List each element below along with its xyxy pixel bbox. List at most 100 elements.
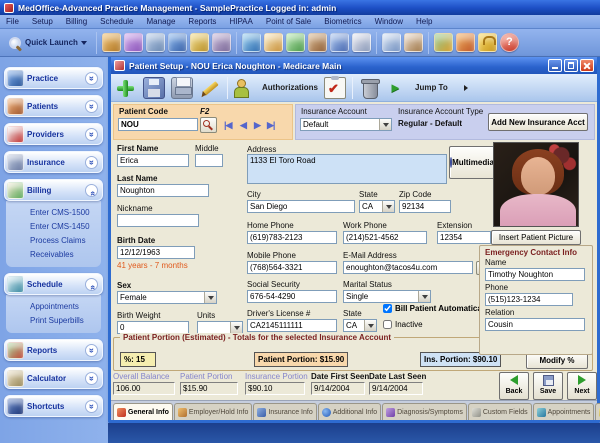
sidebar-item-appointments[interactable]: Appointments [6, 300, 101, 314]
sidebar-item-enter-cms-1500[interactable]: Enter CMS-1500 [6, 206, 101, 220]
last-name-input[interactable] [117, 184, 209, 197]
first-record-button[interactable]: |◀ [224, 120, 231, 131]
back-button[interactable]: Back [499, 372, 529, 400]
state-select[interactable]: CA [359, 200, 395, 213]
patient-setup-icon[interactable] [146, 33, 165, 52]
workstation-icon[interactable] [330, 33, 349, 52]
sidebar-item-receivables[interactable]: Receivables [6, 248, 101, 262]
tab-patient-notes[interactable]: Patient Notes [595, 403, 600, 420]
edit-button[interactable] [199, 77, 221, 99]
expand-chevron-icon[interactable] [85, 128, 98, 141]
menu-help[interactable]: Help [416, 17, 432, 26]
lab-tests-icon[interactable] [168, 33, 187, 52]
tab-general-info[interactable]: General Info [113, 403, 173, 420]
security-key-icon[interactable] [190, 33, 209, 52]
marital-status-select[interactable]: Single [343, 290, 431, 303]
email-input[interactable] [343, 261, 473, 274]
previous-record-button[interactable]: ◀ [240, 120, 246, 131]
menu-point-of-sale[interactable]: Point of Sale [266, 17, 311, 26]
minimize-button[interactable] [548, 59, 562, 72]
emergency-name-input[interactable] [485, 268, 585, 281]
sidebar-item-insurance[interactable]: Insurance [4, 151, 103, 173]
expand-chevron-icon[interactable] [85, 100, 98, 113]
patient-search-button[interactable] [200, 117, 217, 133]
inactive-checkbox[interactable] [383, 320, 392, 329]
city-input[interactable] [247, 200, 355, 213]
multimedia-button[interactable]: Multimedia [449, 146, 495, 179]
dl-state-select[interactable]: CA [343, 319, 377, 332]
sidebar-item-practice[interactable]: Practice [4, 67, 103, 89]
mobile-phone-input[interactable] [247, 261, 337, 274]
save-record-button[interactable]: Save [533, 372, 563, 400]
emergency-relation-input[interactable] [485, 318, 585, 331]
sidebar-item-calculator[interactable]: Calculator [4, 367, 103, 389]
expand-chevron-icon[interactable] [85, 156, 98, 169]
menu-file[interactable]: File [6, 17, 19, 26]
birth-date-input[interactable] [117, 246, 195, 259]
tab-appointments[interactable]: Appointments [533, 403, 595, 420]
eligibility-check-button[interactable] [324, 77, 346, 99]
quick-launch-button[interactable]: Quick Launch [4, 31, 91, 55]
claims-icon[interactable] [242, 33, 261, 52]
sidebar-item-process-claims[interactable]: Process Claims [6, 234, 101, 248]
address-input[interactable]: 1133 El Toro Road [247, 154, 447, 184]
save-button[interactable] [143, 77, 165, 99]
maximize-button[interactable] [564, 59, 578, 72]
sidebar-item-enter-cms-1450[interactable]: Enter CMS-1450 [6, 220, 101, 234]
add-new-insurance-button[interactable]: Add New Insurance Acct [488, 113, 588, 131]
tab-diagnosis-symptoms[interactable]: Diagnosis/Symptoms [382, 403, 467, 420]
next-record-button[interactable]: ▶ [254, 120, 260, 131]
menu-window[interactable]: Window [375, 17, 403, 26]
financial-chart-icon[interactable] [434, 33, 453, 52]
menu-manage[interactable]: Manage [147, 17, 176, 26]
home-phone-input[interactable] [247, 231, 337, 244]
sidebar-item-providers[interactable]: Providers [4, 123, 103, 145]
lock-icon[interactable] [478, 33, 497, 52]
authorizations-button[interactable]: Authorizations [262, 83, 318, 92]
expand-chevron-icon[interactable] [85, 72, 98, 85]
help-icon[interactable] [500, 33, 519, 52]
emergency-phone-input[interactable] [485, 293, 573, 306]
collapse-chevron-icon[interactable] [85, 184, 98, 197]
expand-chevron-icon[interactable] [85, 372, 98, 385]
extension-input[interactable] [437, 231, 491, 244]
social-security-input[interactable] [247, 290, 337, 303]
practice-building-icon[interactable] [212, 33, 231, 52]
sidebar-item-patients[interactable]: Patients [4, 95, 103, 117]
expand-chevron-icon[interactable] [85, 344, 98, 357]
expand-chevron-icon[interactable] [85, 400, 98, 413]
first-name-input[interactable] [117, 154, 189, 167]
sidebar-item-schedule[interactable]: Schedule [4, 273, 103, 295]
zip-code-input[interactable] [399, 200, 451, 213]
appointments-calendar-icon[interactable] [404, 33, 423, 52]
close-button[interactable] [580, 59, 594, 72]
menu-biometrics[interactable]: Biometrics [324, 17, 361, 26]
inventory-icon[interactable] [308, 33, 327, 52]
menu-billing[interactable]: Billing [66, 17, 87, 26]
patient-code-input[interactable] [118, 118, 198, 131]
cpt-codes-icon[interactable] [102, 33, 121, 52]
menu-hipaa[interactable]: HIPAA [229, 17, 252, 26]
authorizations-icon[interactable] [234, 77, 256, 99]
insert-patient-picture-button[interactable]: Insert Patient Picture [491, 230, 581, 245]
work-phone-input[interactable] [343, 231, 427, 244]
scheduled-reports-icon[interactable] [382, 33, 401, 52]
sidebar-item-print-superbills[interactable]: Print Superbills [6, 314, 101, 328]
tab-additional-info[interactable]: Additional Info [318, 403, 381, 420]
statements-icon[interactable] [352, 33, 371, 52]
sex-select[interactable]: Female [117, 291, 217, 304]
nickname-input[interactable] [117, 214, 199, 227]
tab-insurance-info[interactable]: Insurance Info [253, 403, 316, 420]
middle-name-input[interactable] [195, 154, 223, 167]
drivers-license-input[interactable] [247, 319, 337, 332]
insurance-account-select[interactable]: Default [300, 118, 392, 131]
menu-setup[interactable]: Setup [32, 17, 53, 26]
tab-custom-fields[interactable]: Custom Fields [468, 403, 532, 420]
window-titlebar[interactable]: Patient Setup - NOU Erica Noughton - Med… [111, 57, 597, 74]
collapse-chevron-icon[interactable] [85, 278, 98, 291]
sidebar-item-billing[interactable]: Billing [4, 179, 103, 201]
billing-reports-icon[interactable] [286, 33, 305, 52]
add-patient-button[interactable] [115, 77, 137, 99]
menu-schedule[interactable]: Schedule [100, 17, 133, 26]
menu-reports[interactable]: Reports [188, 17, 216, 26]
